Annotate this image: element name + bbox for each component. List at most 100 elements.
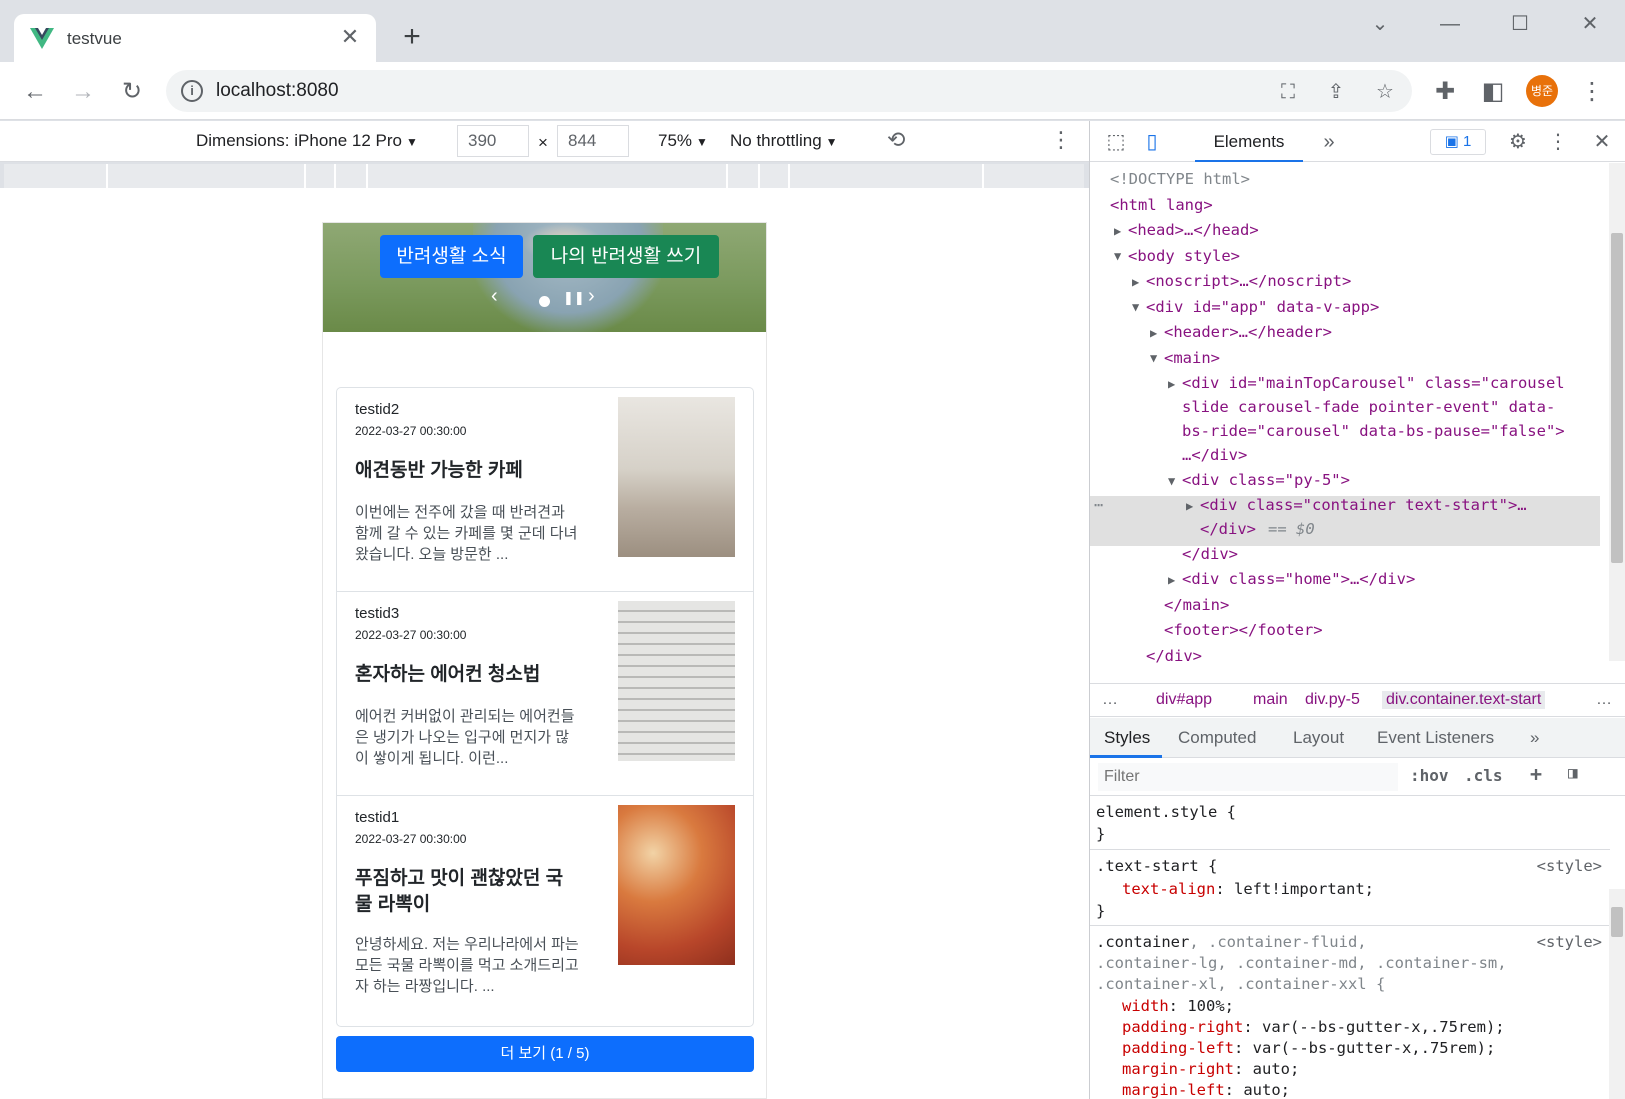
throttling-select[interactable]: No throttling ▼ [730, 131, 838, 151]
dom-node[interactable]: <body style> [1128, 244, 1240, 270]
expand-arrow-icon[interactable]: ▶ [1150, 321, 1157, 347]
side-panel-icon[interactable]: ◧ [1476, 75, 1510, 109]
style-declaration[interactable]: padding-right: var(--bs-gutter-x,.75rem)… [1122, 1017, 1505, 1038]
url-text[interactable]: localhost:8080 [216, 80, 339, 102]
expand-arrow-icon[interactable]: ▶ [1168, 568, 1175, 594]
list-item[interactable]: testid2 2022-03-27 00:30:00 애견동반 가능한 카페 … [337, 388, 753, 592]
post-thumbnail[interactable] [618, 601, 735, 761]
device-more-icon[interactable]: ⋮ [1050, 127, 1072, 153]
reload-icon[interactable]: ↻ [115, 75, 149, 109]
pet-news-button[interactable]: 반려생활 소식 [380, 235, 523, 278]
write-pet-life-button[interactable]: 나의 반려생활 쓰기 [533, 235, 719, 278]
breadcrumb-item[interactable]: div.py-5 [1305, 691, 1360, 709]
dom-node[interactable]: <html lang> [1110, 193, 1213, 219]
collapse-arrow-icon[interactable]: ▼ [1132, 295, 1139, 321]
share-icon[interactable]: ⇪ [1322, 78, 1350, 106]
ruler-segment[interactable] [336, 164, 368, 188]
dom-node[interactable]: <noscript>…</noscript> [1146, 269, 1351, 295]
breadcrumb-item[interactable]: div.container.text-start [1382, 691, 1546, 709]
close-devtools-icon[interactable]: ✕ [1588, 128, 1616, 156]
rule-source-link[interactable]: <style> [1537, 856, 1602, 877]
carousel-prev-icon[interactable]: ‹ [491, 285, 498, 308]
rotate-icon[interactable]: ⟲ [887, 127, 905, 153]
tab-event-listeners[interactable]: Event Listeners [1377, 728, 1494, 748]
dom-node[interactable]: <main> [1164, 346, 1220, 372]
tab-styles[interactable]: Styles [1104, 728, 1150, 748]
more-tabs-icon[interactable]: » [1315, 128, 1343, 156]
expand-arrow-icon[interactable]: ▶ [1186, 494, 1193, 520]
style-declaration[interactable]: margin-right: auto; [1122, 1059, 1299, 1080]
dom-scrollbar[interactable] [1609, 163, 1625, 661]
collapse-arrow-icon[interactable]: ▼ [1168, 469, 1175, 495]
dom-node[interactable]: <div id="app" data-v-app> [1146, 295, 1379, 321]
device-width-input[interactable] [457, 125, 529, 157]
styles-scrollbar[interactable] [1609, 889, 1625, 1099]
style-declaration[interactable]: width: 100%; [1122, 996, 1234, 1017]
dom-node[interactable]: </div> [1182, 542, 1238, 568]
tab-search-icon[interactable]: ⌄ [1360, 8, 1400, 40]
device-dimensions-select[interactable]: Dimensions: iPhone 12 Pro ▼ [196, 131, 418, 151]
dom-node[interactable]: </main> [1164, 593, 1229, 619]
ruler-segment[interactable] [728, 164, 760, 188]
breadcrumb-item[interactable]: main [1253, 691, 1288, 709]
tab-elements[interactable]: Elements [1195, 121, 1303, 162]
site-info-icon[interactable]: i [181, 80, 203, 102]
dom-node[interactable]: <div id="mainTopCarousel" class="carouse… [1182, 371, 1565, 397]
hover-state-toggle[interactable]: :hov [1410, 766, 1449, 785]
ruler-segment[interactable] [984, 164, 1084, 188]
carousel-next-icon[interactable]: › [588, 285, 595, 308]
post-title[interactable]: 애견동반 가능한 카페 [355, 458, 580, 484]
dom-node[interactable]: <!DOCTYPE html> [1110, 167, 1250, 193]
breadcrumb-item[interactable]: div#app [1156, 691, 1212, 709]
style-declaration[interactable]: margin-left: auto; [1122, 1080, 1290, 1099]
minimize-icon[interactable]: — [1430, 8, 1470, 40]
back-arrow-icon[interactable]: ← [18, 75, 52, 109]
new-rule-icon[interactable]: + [1530, 762, 1542, 786]
class-toggle[interactable]: .cls [1464, 766, 1503, 785]
breadcrumb-overflow-icon[interactable]: … [1102, 691, 1118, 709]
carousel-pause-icon[interactable]: ❚❚ [563, 290, 585, 306]
device-toggle-icon[interactable]: ▯ [1138, 128, 1166, 156]
post-thumbnail[interactable] [618, 397, 735, 557]
rule-selector[interactable]: .container, .container-fluid, [1096, 932, 1367, 953]
carousel-indicator[interactable] [539, 296, 550, 307]
scrollbar-thumb[interactable] [1611, 233, 1623, 563]
tab-layout[interactable]: Layout [1293, 728, 1344, 748]
post-title[interactable]: 푸짐하고 맛이 괜찮았던 국물 라뽁이 [355, 866, 580, 918]
list-item[interactable]: testid1 2022-03-27 00:30:00 푸짐하고 맛이 괜찮았던… [337, 796, 753, 1026]
dom-node[interactable]: <head>…</head> [1128, 218, 1259, 244]
toggle-sidebar-icon[interactable]: ◨ [1568, 763, 1578, 782]
expand-arrow-icon[interactable]: ▶ [1132, 270, 1139, 296]
ruler-segment[interactable] [760, 164, 790, 188]
collapse-arrow-icon[interactable]: ▼ [1150, 346, 1157, 372]
device-height-input[interactable] [557, 125, 629, 157]
rule-selector[interactable]: .text-start { [1096, 856, 1217, 877]
devtools-menu-icon[interactable]: ⋮ [1544, 128, 1572, 156]
close-tab-icon[interactable]: ✕ [336, 23, 364, 51]
ruler-segment[interactable] [368, 164, 728, 188]
post-thumbnail[interactable] [618, 805, 735, 965]
forward-arrow-icon[interactable]: → [66, 75, 100, 109]
settings-gear-icon[interactable]: ⚙ [1504, 128, 1532, 156]
load-more-button[interactable]: 더 보기 (1 / 5) [336, 1036, 754, 1072]
address-bar[interactable]: i localhost:8080 ⛶ ⇪ ☆ [166, 70, 1412, 112]
ruler-segment[interactable] [306, 164, 336, 188]
profile-avatar[interactable]: 병준 [1526, 75, 1558, 107]
rule-selector[interactable]: element.style { [1096, 802, 1236, 823]
tab-computed[interactable]: Computed [1178, 728, 1256, 748]
dom-node[interactable]: </div> [1146, 644, 1202, 670]
styles-filter-input[interactable] [1098, 763, 1398, 791]
style-declaration[interactable]: padding-left: var(--bs-gutter-x,.75rem); [1122, 1038, 1495, 1059]
post-title[interactable]: 혼자하는 에어컨 청소법 [355, 662, 580, 688]
dom-node[interactable]: <footer></footer> [1164, 618, 1323, 644]
scrollbar-thumb[interactable] [1611, 907, 1623, 937]
close-window-icon[interactable]: ✕ [1570, 8, 1610, 40]
ruler-segment[interactable] [108, 164, 306, 188]
breadcrumb-overflow-icon[interactable]: … [1596, 691, 1612, 709]
rule-source-link[interactable]: <style> [1537, 932, 1602, 953]
ruler-segment[interactable] [790, 164, 984, 188]
issues-badge[interactable]: ▣ 1 [1430, 129, 1486, 155]
expand-arrow-icon[interactable]: ▶ [1114, 219, 1121, 245]
node-actions-icon[interactable]: ⋯ [1094, 493, 1103, 519]
dom-node-selected[interactable]: <div class="container text-start">… [1200, 493, 1527, 519]
